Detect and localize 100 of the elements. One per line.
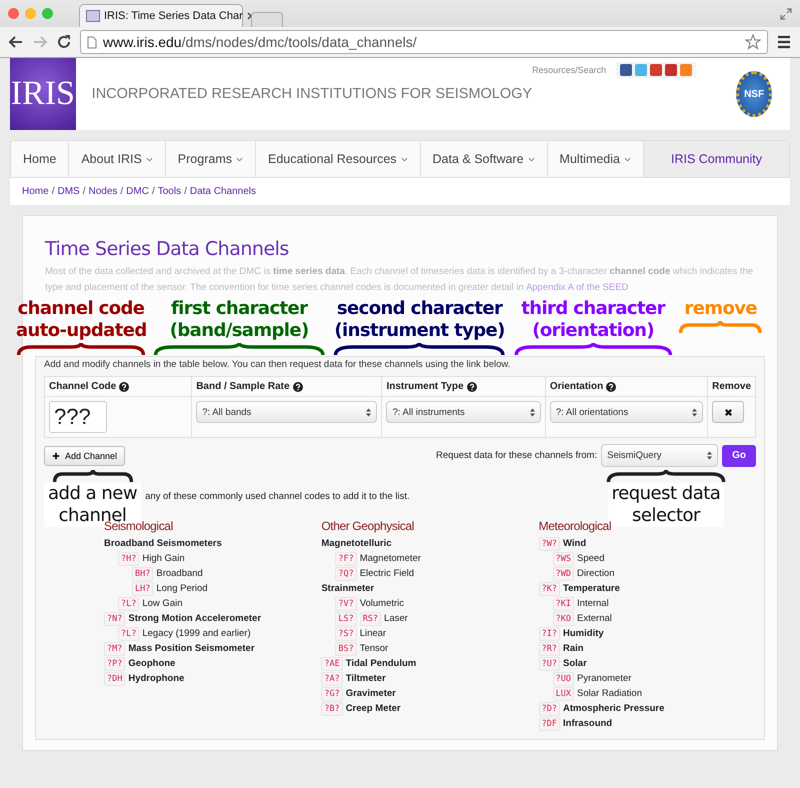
- breadcrumb-separator: /: [120, 186, 124, 197]
- channel-type-label: Low Gain: [142, 598, 182, 609]
- channel-type-label: Broadband: [156, 568, 203, 579]
- help-icon[interactable]: [606, 382, 616, 392]
- go-button[interactable]: Go: [722, 444, 756, 466]
- remove-button[interactable]: [712, 401, 744, 423]
- channel-code-tag[interactable]: ?UO: [552, 672, 574, 686]
- social-media-icon[interactable]: [650, 64, 662, 76]
- channel-code-tag[interactable]: ?DH: [104, 672, 126, 686]
- channel-type-label: Atmospheric Pressure: [563, 703, 664, 714]
- nav-tab[interactable]: Programs: [166, 141, 256, 177]
- channel-code-tag[interactable]: ?F?: [335, 552, 357, 566]
- channel-type-label: Legacy (1999 and earlier): [142, 628, 251, 639]
- select-arrows-icon: [366, 408, 372, 416]
- channel-code-tag[interactable]: ?L?: [118, 596, 140, 610]
- breadcrumb-link[interactable]: Home: [22, 186, 49, 197]
- data-service-select[interactable]: SeismiQuery: [601, 444, 718, 467]
- channel-code-tag[interactable]: BS?: [335, 642, 357, 656]
- channel-code-tag[interactable]: ?K?: [538, 582, 560, 596]
- channel-type-label: Speed: [577, 553, 604, 564]
- channel-code-tag[interactable]: ?G?: [321, 686, 343, 700]
- channel-type-label: Magnetometer: [360, 553, 421, 564]
- channel-code-tag[interactable]: ?Q?: [335, 566, 357, 580]
- nav-tab[interactable]: IRIS Community: [644, 141, 789, 177]
- channel-code-tag[interactable]: ?A?: [321, 672, 343, 686]
- breadcrumb-link[interactable]: DMC: [126, 186, 149, 197]
- channel-code-tag[interactable]: ?R?: [538, 642, 560, 656]
- annotation-label: second character (instrument type): [333, 298, 506, 342]
- expand-icon[interactable]: [780, 8, 792, 20]
- band-select[interactable]: ?: All bands: [196, 401, 378, 423]
- channel-type-label: Solar Radiation: [577, 688, 642, 699]
- channel-type-label: High Gain: [142, 553, 185, 564]
- hint-text: any of these commonly used channel codes to add it to the list.: [145, 491, 410, 502]
- channel-code-tag[interactable]: ?P?: [104, 656, 126, 670]
- nsf-logo[interactable]: NSF: [736, 71, 772, 117]
- breadcrumb-link[interactable]: DMS: [57, 186, 80, 197]
- column-header: Orientation: [550, 381, 604, 392]
- channel-code-tag[interactable]: ?I?: [538, 626, 560, 640]
- channel-code-tag[interactable]: ?D?: [538, 702, 560, 716]
- channel-type-label: Infrasound: [563, 718, 612, 729]
- instrument-select[interactable]: ?: All instruments: [386, 401, 541, 423]
- channel-code-tag[interactable]: BH?: [132, 566, 154, 580]
- channel-type-label: Tiltmeter: [346, 673, 386, 684]
- star-icon[interactable]: [745, 34, 761, 50]
- orientation-select[interactable]: ?: All orientations: [550, 401, 704, 423]
- menu-icon[interactable]: [776, 34, 792, 50]
- caret-icon: [400, 156, 408, 162]
- channel-code-tag[interactable]: ?WS: [552, 552, 574, 566]
- channel-code-field[interactable]: ???: [49, 401, 107, 433]
- channel-code-tag[interactable]: ?KI: [552, 596, 574, 610]
- annotation-label: third character (orientation): [520, 298, 666, 342]
- help-icon[interactable]: [466, 382, 477, 392]
- breadcrumb-link[interactable]: Tools: [158, 186, 182, 197]
- channel-code-tag[interactable]: ?M?: [104, 642, 126, 656]
- resources-search-link[interactable]: Resources/Search: [532, 62, 606, 78]
- intro-paragraph: Most of the data collected and archived at the DMC is time series data. Each channel of timeseries data is identified by a 3-character channel code which indicates the type and placement of the sensor. The convention for time series channel codes is documented in greater detail in Appendix A of the SEED: [45, 265, 754, 295]
- select-arrows-icon: [692, 408, 698, 416]
- channel-code-tag[interactable]: ?S?: [335, 626, 357, 640]
- help-icon[interactable]: [292, 382, 303, 392]
- back-arrow-icon[interactable]: [8, 34, 24, 50]
- annotation-label: first character (band/sample): [168, 298, 310, 342]
- breadcrumb-separator: /: [184, 186, 187, 197]
- channel-code-tag[interactable]: ?V?: [335, 596, 357, 610]
- breadcrumb-link[interactable]: Data Channels: [190, 186, 256, 197]
- channel-code-tag[interactable]: LH?: [132, 582, 154, 596]
- column-header: Channel Code: [49, 381, 116, 392]
- channel-code-tag[interactable]: ?DF: [538, 716, 560, 730]
- breadcrumb-separator: /: [152, 186, 155, 197]
- channel-code-tag[interactable]: ?AE: [321, 656, 343, 670]
- channel-code-tag[interactable]: ?B?: [321, 702, 343, 716]
- channel-code-tag[interactable]: ?WD: [552, 566, 574, 580]
- add-channel-button[interactable]: Add Channel: [44, 446, 126, 466]
- channel-code-tag[interactable]: ?H?: [118, 552, 140, 566]
- channel-code-tag[interactable]: ?N?: [104, 612, 126, 626]
- address-bar[interactable]: www.iris.edu/dms/nodes/dmc/tools/data_channels/: [80, 30, 768, 54]
- nav-tab[interactable]: Data & Software: [420, 141, 548, 177]
- breadcrumb-link[interactable]: Nodes: [88, 186, 118, 197]
- channel-code-tag[interactable]: LUX: [552, 686, 574, 700]
- channel-type-label: Humidity: [563, 628, 604, 639]
- caret-icon: [146, 156, 153, 162]
- caret-icon: [236, 156, 243, 162]
- social-media-icon[interactable]: [665, 64, 678, 76]
- channel-type-label: Solar: [563, 658, 587, 669]
- reload-icon[interactable]: [56, 34, 72, 50]
- social-media-icon[interactable]: [620, 64, 632, 76]
- channel-code-tag[interactable]: LS?: [335, 612, 357, 626]
- channel-type-label: Geophone: [128, 658, 176, 669]
- logo[interactable]: IRIS: [10, 58, 76, 130]
- channel-code-tag[interactable]: ?W?: [538, 536, 560, 550]
- breadcrumb-separator: /: [82, 186, 86, 197]
- nav-tab[interactable]: About IRIS: [69, 141, 166, 177]
- category-heading: Other Geophysical: [321, 519, 415, 533]
- channel-type-label: Direction: [577, 568, 615, 579]
- channel-code-tag[interactable]: RS?: [360, 612, 382, 626]
- channel-code-tag[interactable]: ?L?: [118, 626, 140, 640]
- channel-code-tag[interactable]: ?KO: [552, 612, 574, 626]
- nav-tab[interactable]: Educational Resources: [256, 141, 421, 177]
- help-icon[interactable]: [119, 382, 130, 392]
- nav-tab[interactable]: Home: [11, 141, 70, 177]
- channel-code-tag[interactable]: ?U?: [538, 656, 560, 670]
